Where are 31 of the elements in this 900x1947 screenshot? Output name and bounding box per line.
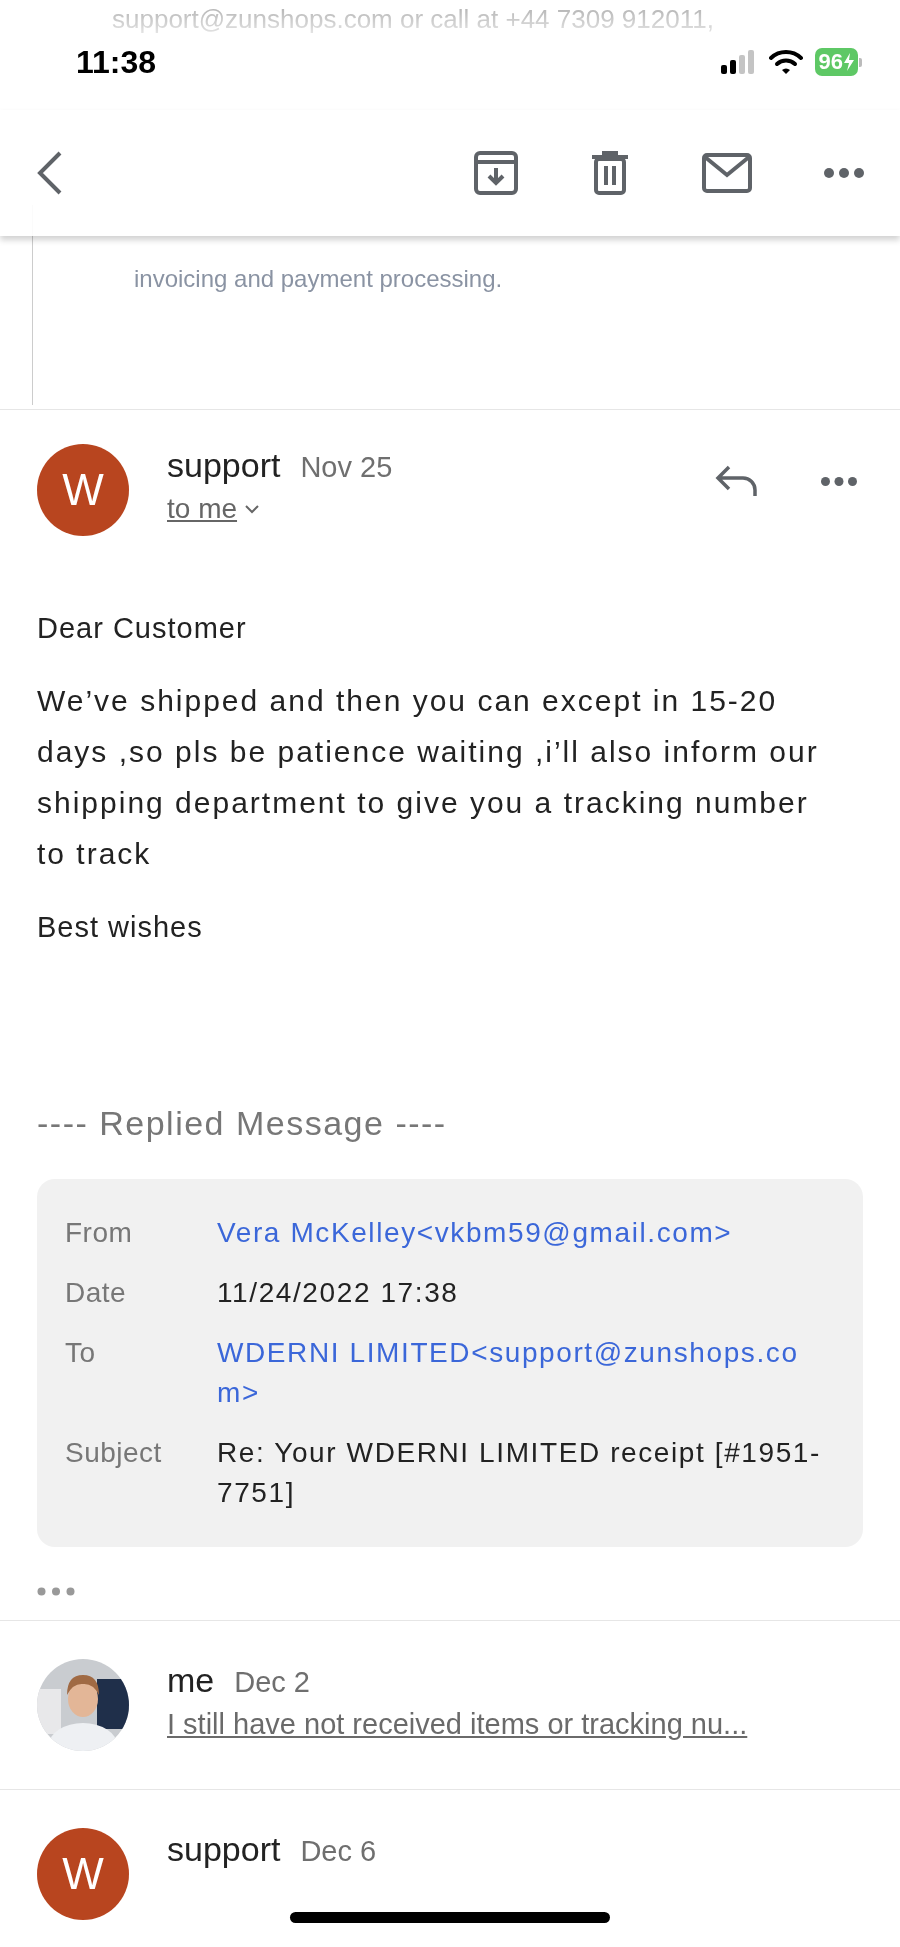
message-date: Dec 2 bbox=[234, 1666, 310, 1699]
wifi-icon bbox=[768, 49, 803, 75]
field-value: 11/24/2022 17:38 bbox=[217, 1276, 460, 1310]
closing: Best wishes bbox=[37, 911, 204, 944]
status-time: 11:38 bbox=[76, 43, 157, 81]
battery-level: 96 bbox=[814, 48, 858, 76]
quoted-text: invoicing and payment processing. bbox=[134, 265, 504, 293]
field-label: Date bbox=[65, 1276, 128, 1310]
sender-avatar: W bbox=[37, 444, 129, 536]
field-value: Re: Your WDERNI LIMITED receipt [#1951-7751] bbox=[217, 1436, 822, 1510]
message-snippet[interactable]: I still have not received items or tracking nu... bbox=[167, 1708, 863, 1741]
field-label: To bbox=[65, 1336, 97, 1370]
message-date: Nov 25 bbox=[300, 451, 393, 484]
sender-name: me bbox=[167, 1661, 215, 1700]
field-link[interactable]: Vera McKelley<vkbm59@gmail.com> bbox=[217, 1213, 823, 1253]
signal-icon bbox=[720, 50, 757, 74]
message-body: We’ve shipped and then you can except in 15-20 days ,so pls be patience waiting ,i’ll also inform our shipping department to give you a tracking number to track bbox=[37, 683, 820, 872]
chevron-down-icon bbox=[245, 504, 260, 514]
sender-name: support bbox=[167, 1830, 281, 1869]
replied-heading: ---- Replied Message ---- bbox=[37, 1104, 448, 1143]
sender-avatar: W bbox=[37, 1828, 129, 1920]
quoted-text: support@zunshops.com or call at +44 7309 912011, bbox=[111, 4, 715, 35]
recipient-toggle[interactable]: to me bbox=[167, 493, 260, 525]
show-trimmed-icon[interactable] bbox=[37, 1587, 75, 1596]
field-label: From bbox=[65, 1216, 134, 1250]
bolt-icon bbox=[844, 53, 854, 71]
sender-name: support bbox=[167, 446, 281, 485]
message-date: Dec 6 bbox=[300, 1835, 377, 1868]
field-link[interactable]: WDERNI LIMITED<support@zunshops.com> bbox=[217, 1333, 823, 1413]
field-label: Subject bbox=[65, 1436, 163, 1470]
greeting: Dear Customer bbox=[37, 612, 248, 645]
